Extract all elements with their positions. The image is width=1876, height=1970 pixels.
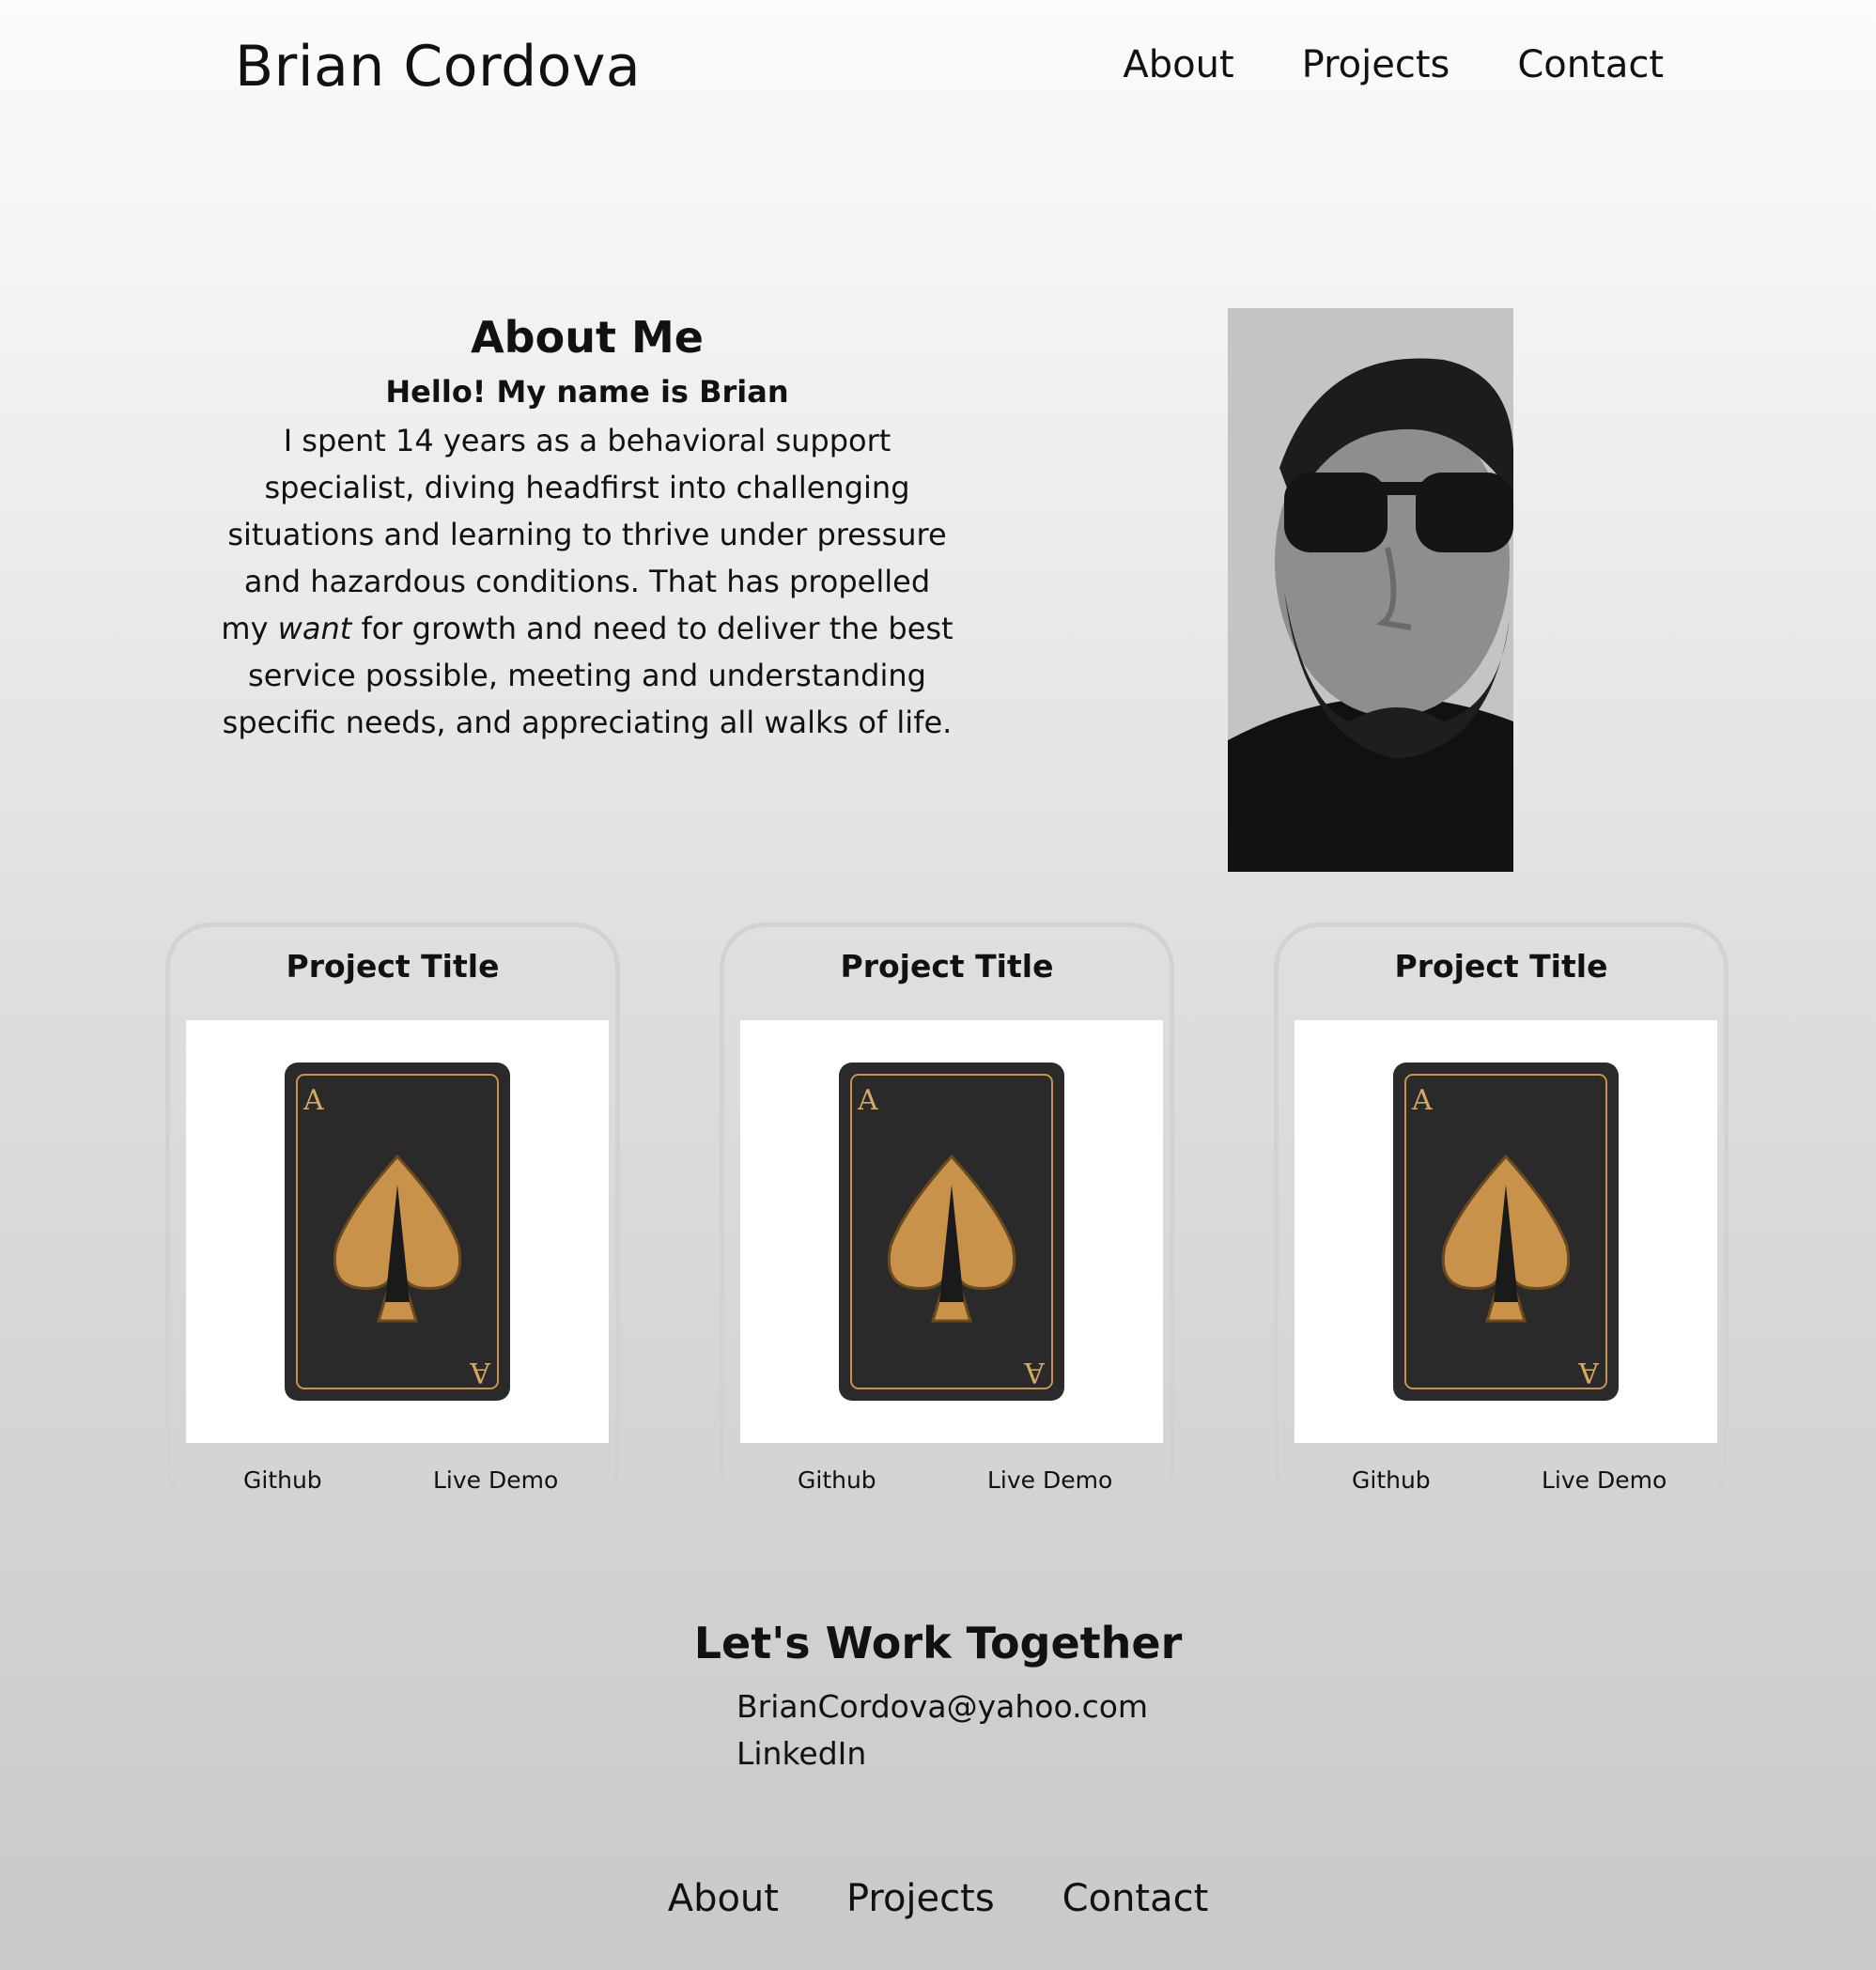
site-header: Brian Cordova About Projects Contact [0, 0, 1876, 141]
project-card: Project Title A A Github Live Demo [720, 923, 1174, 1511]
project-title: Project Title [286, 948, 500, 985]
top-nav: About Projects Contact [1123, 43, 1664, 86]
svg-text:A: A [1411, 1084, 1433, 1117]
github-link[interactable]: Github [798, 1466, 876, 1494]
nav-projects-link[interactable]: Projects [1302, 43, 1450, 86]
nav-contact-link[interactable]: Contact [1517, 43, 1664, 86]
ace-of-spades-icon: A A [839, 1063, 1064, 1401]
about-heading: About Me [471, 312, 704, 363]
portrait-illustration [1228, 308, 1513, 872]
contact-heading: Let's Work Together [693, 1618, 1183, 1668]
ace-of-spades-card-image: A A [1295, 1020, 1717, 1443]
live-demo-link[interactable]: Live Demo [987, 1466, 1112, 1494]
github-link[interactable]: Github [1352, 1466, 1431, 1494]
nav-about-link[interactable]: About [1123, 43, 1233, 86]
project-title: Project Title [1394, 948, 1608, 985]
project-links: Github Live Demo [724, 1466, 1170, 1504]
project-title: Project Title [840, 948, 1054, 985]
project-links: Github Live Demo [170, 1466, 615, 1504]
linkedin-link[interactable]: LinkedIn [736, 1730, 1148, 1777]
github-link[interactable]: Github [243, 1466, 322, 1494]
project-links: Github Live Demo [1279, 1466, 1724, 1504]
portrait-photo [1228, 308, 1513, 872]
svg-text:A: A [470, 1356, 491, 1388]
footer-about-link[interactable]: About [668, 1877, 779, 1920]
live-demo-link[interactable]: Live Demo [1542, 1466, 1667, 1494]
about-body-emphasis: want [277, 611, 352, 646]
site-brand[interactable]: Brian Cordova [235, 34, 641, 100]
footer-projects-link[interactable]: Projects [846, 1877, 995, 1920]
svg-text:A: A [1024, 1356, 1046, 1388]
contact-section: Let's Work Together BrianCordova@yahoo.c… [0, 1618, 1876, 1772]
email-link[interactable]: BrianCordova@yahoo.com [736, 1683, 1148, 1730]
project-card: Project Title A A Github Live Demo [1274, 923, 1729, 1511]
about-subheading: Hello! My name is Brian [385, 374, 789, 410]
ace-of-spades-icon: A A [1393, 1063, 1619, 1401]
svg-text:A: A [857, 1084, 878, 1117]
about-section: About Me Hello! My name is Brian I spent… [216, 312, 958, 746]
project-card: Project Title A A Github Live Demo [165, 923, 620, 1511]
contact-links: BrianCordova@yahoo.com LinkedIn [736, 1683, 1148, 1777]
ace-of-spades-icon: A A [285, 1063, 510, 1401]
ace-of-spades-card-image: A A [186, 1020, 609, 1443]
about-body: I spent 14 years as a behavioral support… [216, 417, 958, 746]
footer-nav: About Projects Contact [0, 1877, 1876, 1920]
footer-contact-link[interactable]: Contact [1062, 1877, 1209, 1920]
live-demo-link[interactable]: Live Demo [433, 1466, 558, 1494]
ace-of-spades-card-image: A A [740, 1020, 1163, 1443]
svg-text:A: A [1578, 1356, 1600, 1388]
svg-text:A: A [302, 1084, 324, 1117]
